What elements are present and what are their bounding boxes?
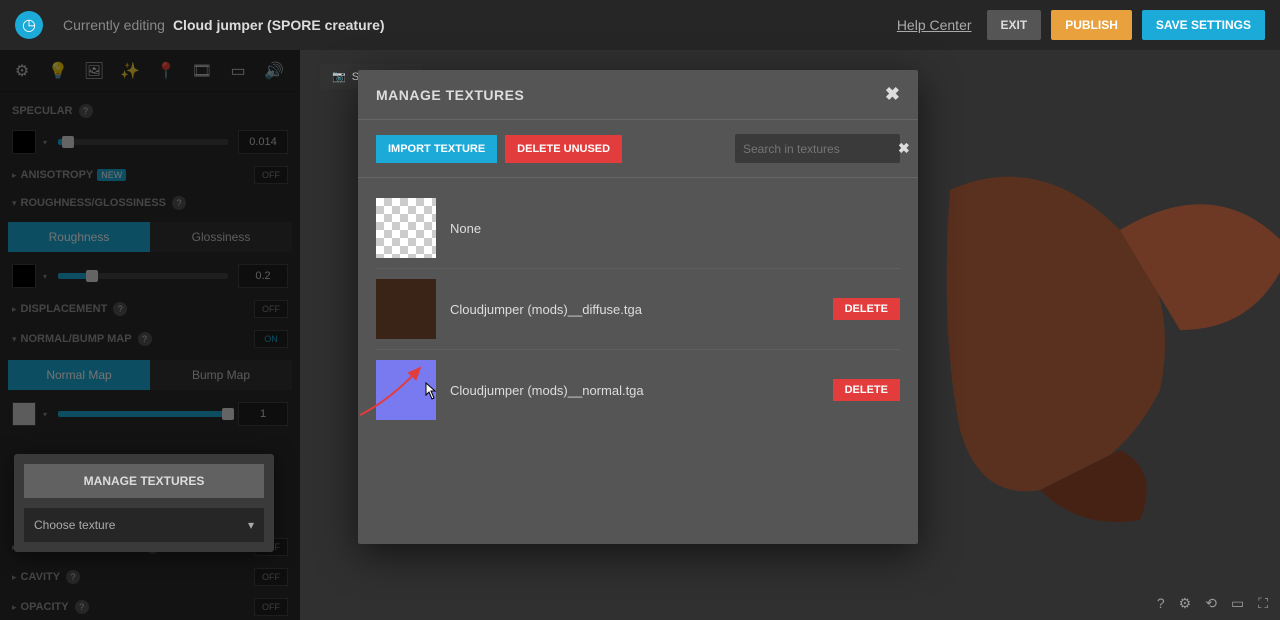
help-icon[interactable]: ? (138, 332, 152, 346)
displacement-toggle[interactable]: OFF (254, 300, 288, 318)
app-logo[interactable]: ◷ (15, 11, 43, 39)
save-settings-button[interactable]: SAVE SETTINGS (1142, 10, 1265, 40)
exit-button[interactable]: EXIT (987, 10, 1042, 40)
help-center-link[interactable]: Help Center (897, 17, 972, 33)
specular-label: Specular (12, 105, 73, 117)
viewport-toolbar: ? ⚙ ⟲ ▭ ⛶ (1157, 595, 1268, 612)
editing-prefix: Currently editing (63, 17, 165, 33)
modal-title: MANAGE TEXTURES (376, 87, 524, 103)
choose-texture-label: Choose texture (34, 518, 115, 532)
help-icon[interactable]: ? (79, 104, 93, 118)
manage-textures-button[interactable]: MANAGE TEXTURES (24, 464, 264, 498)
texture-name: None (450, 221, 900, 236)
chevron-down-icon[interactable]: ▾ (40, 272, 50, 281)
texture-popover: MANAGE TEXTURES Choose texture ▾ (14, 454, 274, 552)
vr-icon[interactable]: ▭ (222, 55, 254, 87)
choose-texture-select[interactable]: Choose texture ▾ (24, 508, 264, 542)
camera-icon: 📷 (332, 70, 346, 83)
bulb-icon[interactable]: 💡 (42, 55, 74, 87)
film-icon[interactable]: 🎞 (186, 55, 218, 87)
clear-search-icon[interactable]: ✖ (898, 140, 910, 157)
roughness-slider[interactable] (58, 273, 228, 279)
delete-texture-button[interactable]: DELETE (833, 298, 900, 320)
manage-textures-modal: MANAGE TEXTURES ✖ IMPORT TEXTURE DELETE … (358, 70, 918, 544)
specular-value[interactable]: 0.014 (238, 130, 288, 154)
anisotropy-label: ANISOTROPY (21, 169, 94, 181)
displacement-label: DISPLACEMENT (21, 303, 108, 315)
sidebar-tabs: ⚙ 💡 🖼 ✨ 📍 🎞 ▭ 🔊 (0, 50, 300, 92)
roughness-swatch[interactable] (12, 264, 36, 288)
texture-thumbnail[interactable] (376, 279, 436, 339)
gear-icon[interactable]: ⚙ (1179, 595, 1192, 612)
import-texture-button[interactable]: IMPORT TEXTURE (376, 135, 497, 163)
vr-icon[interactable]: ▭ (1231, 595, 1244, 612)
texture-name: Cloudjumper (mods)__diffuse.tga (450, 302, 833, 317)
gear-icon[interactable]: ⚙ (6, 55, 38, 87)
normal-slider[interactable] (58, 411, 228, 417)
opacity-toggle[interactable]: OFF (254, 598, 288, 616)
sound-icon[interactable]: 🔊 (258, 55, 290, 87)
help-icon[interactable]: ? (66, 570, 80, 584)
texture-thumbnail[interactable] (376, 198, 436, 258)
roughness-tab[interactable]: Roughness (8, 222, 150, 252)
texture-row[interactable]: None (376, 188, 900, 269)
editing-title: Cloud jumper (SPORE creature) (173, 17, 385, 33)
cavity-toggle[interactable]: OFF (254, 568, 288, 586)
publish-button[interactable]: PUBLISH (1051, 10, 1132, 40)
roughness-value[interactable]: 0.2 (238, 264, 288, 288)
cavity-label: CAVITY (21, 571, 61, 583)
specular-slider[interactable] (58, 139, 228, 145)
specular-swatch[interactable] (12, 130, 36, 154)
top-bar: ◷ Currently editing Cloud jumper (SPORE … (0, 0, 1280, 50)
normal-swatch[interactable] (12, 402, 36, 426)
bumpmap-tab[interactable]: Bump Map (150, 360, 292, 390)
close-icon[interactable]: ✖ (885, 84, 900, 105)
help-icon[interactable]: ? (172, 196, 186, 210)
pin-icon[interactable]: 📍 (150, 55, 182, 87)
delete-unused-button[interactable]: DELETE UNUSED (505, 135, 622, 163)
roughness-section-label: ROUGHNESS/GLOSSINESS (21, 197, 166, 209)
help-icon[interactable]: ? (75, 600, 89, 614)
fullscreen-icon[interactable]: ⛶ (1258, 595, 1268, 612)
chevron-down-icon[interactable]: ▾ (40, 138, 50, 147)
chevron-down-icon: ▾ (248, 518, 254, 532)
normalmap-tab[interactable]: Normal Map (8, 360, 150, 390)
normalbump-label: NORMAL/BUMP MAP (21, 333, 132, 345)
new-badge: NEW (97, 169, 126, 181)
refresh-icon[interactable]: ⟲ (1205, 595, 1217, 612)
opacity-label: OPACITY (21, 601, 69, 613)
normalbump-toggle[interactable]: ON (254, 330, 288, 348)
search-textures[interactable]: ✖ (735, 134, 900, 163)
texture-thumbnail[interactable] (376, 360, 436, 420)
chevron-down-icon[interactable]: ▾ (40, 410, 50, 419)
search-input[interactable] (743, 142, 898, 156)
texture-row[interactable]: Cloudjumper (mods)__normal.tgaDELETE (376, 350, 900, 430)
texture-name: Cloudjumper (mods)__normal.tga (450, 383, 833, 398)
glossiness-tab[interactable]: Glossiness (150, 222, 292, 252)
help-icon[interactable]: ? (113, 302, 127, 316)
texture-list: NoneCloudjumper (mods)__diffuse.tgaDELET… (358, 178, 918, 544)
normal-value[interactable]: 1 (238, 402, 288, 426)
anisotropy-toggle[interactable]: OFF (254, 166, 288, 184)
help-icon[interactable]: ? (1157, 595, 1165, 612)
delete-texture-button[interactable]: DELETE (833, 379, 900, 401)
wand-icon[interactable]: ✨ (114, 55, 146, 87)
image-icon[interactable]: 🖼 (78, 55, 110, 87)
texture-row[interactable]: Cloudjumper (mods)__diffuse.tgaDELETE (376, 269, 900, 350)
